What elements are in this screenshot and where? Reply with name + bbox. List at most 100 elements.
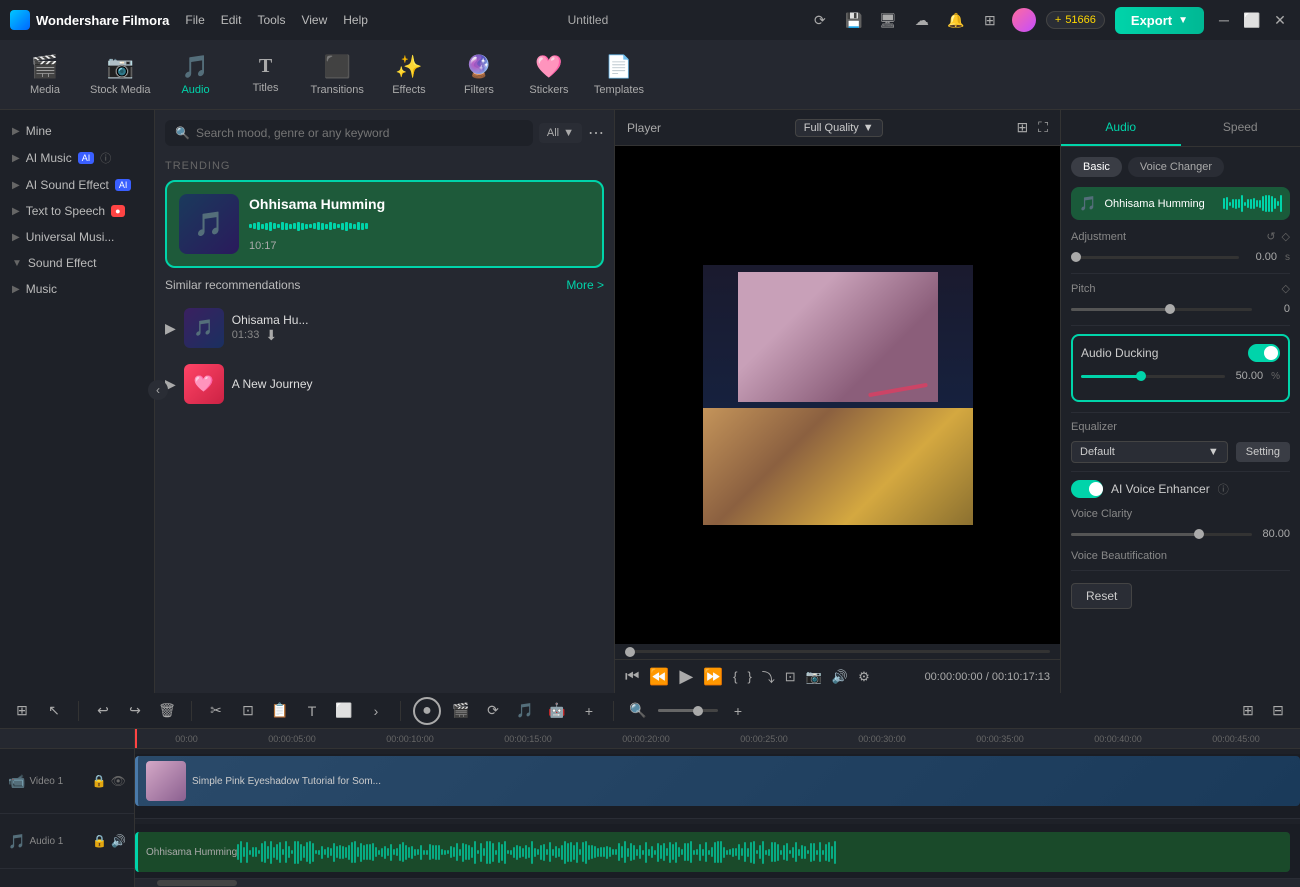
tool-titles[interactable]: T Titles [241,55,291,94]
tool-filters[interactable]: 🔮 Filters [454,54,504,96]
grid-icon[interactable]: ⊞ [978,8,1002,32]
add-to-timeline-icon[interactable]: ⤵ [762,667,775,686]
tool-transitions[interactable]: ⬛ Transitions [311,54,364,96]
adjustment-reset-icon[interactable]: ↺ [1266,230,1275,243]
adjustment-slider-thumb[interactable] [1071,252,1081,262]
quality-selector[interactable]: Full Quality ▼ [795,119,883,137]
maximize-btn[interactable]: ⬜ [1242,10,1262,30]
audio-speaker-icon[interactable]: 🔊 [111,834,126,848]
tl-btn-plus[interactable]: + [577,699,601,723]
rec-item-ohisama[interactable]: ▶ 🎵 Ohisama Hu... 01:33 ⬇ [165,300,604,356]
video-eye-icon[interactable]: 👁 [111,774,126,788]
ai-music-info-icon[interactable]: ⓘ [100,150,111,166]
tl-btn-ai[interactable]: 🤖 [545,699,569,723]
ai-enhancer-info-icon[interactable]: ⓘ [1218,481,1229,497]
audio-clip[interactable]: Ohhisama Humming [135,832,1290,872]
menu-file[interactable]: File [185,13,204,27]
tl-btn-more[interactable]: › [364,699,388,723]
search-input[interactable] [196,126,523,140]
pitch-slider-track[interactable] [1071,308,1252,311]
sub-tab-basic[interactable]: Basic [1071,157,1122,177]
voice-clarity-slider-track[interactable] [1071,533,1252,536]
prev-frame-icon[interactable]: ⏮ [625,668,639,686]
video-lock-icon[interactable]: 🔒 [92,774,107,788]
settings-icon[interactable]: ⚙ [858,669,870,685]
mark-in-icon[interactable]: { [733,669,737,684]
tl-btn-copy[interactable]: ⊡ [236,699,260,723]
reset-button[interactable]: Reset [1071,583,1132,609]
tl-btn-audio[interactable]: 🎵 [513,699,537,723]
ducking-toggle[interactable] [1248,344,1280,362]
tab-audio[interactable]: Audio [1061,110,1181,146]
rec-more-btn[interactable]: More > [566,278,604,292]
sidebar-item-ai-music[interactable]: ▶ AI Music AI ⓘ [0,144,154,172]
tl-btn-grid[interactable]: ⊞ [1236,699,1260,723]
mark-out-icon[interactable]: } [747,669,751,684]
save-icon[interactable]: 💾 [842,8,866,32]
step-forward-icon[interactable]: ⏩ [703,667,723,687]
step-back-icon[interactable]: ⏪ [649,667,669,687]
tl-btn-cut[interactable]: ✂ [204,699,228,723]
tl-btn-zoom-out[interactable]: 🔍 [626,699,650,723]
tl-btn-delete[interactable]: 🗑 [155,699,179,723]
video-clip[interactable]: Simple Pink Eyeshadow Tutorial for Som..… [135,756,1300,806]
sidebar-item-music[interactable]: ▶ Music [0,276,154,302]
sidebar-item-sound-effect[interactable]: ▼ Sound Effect [0,250,154,276]
tool-media[interactable]: 🎬 Media [20,54,70,96]
grid-view-icon[interactable]: ⊞ [1016,119,1028,136]
sidebar-item-ai-sound-effect[interactable]: ▶ AI Sound Effect AI [0,172,154,198]
menu-tools[interactable]: Tools [257,13,285,27]
sidebar-item-mine[interactable]: ▶ Mine [0,118,154,144]
tl-btn-format[interactable]: T [300,699,324,723]
export-button[interactable]: Export ▼ [1115,7,1204,34]
snapshot-icon[interactable]: 📷 [806,669,822,685]
adjustment-slider-track[interactable] [1071,256,1239,259]
menu-help[interactable]: Help [343,13,368,27]
sub-tab-voice-changer[interactable]: Voice Changer [1128,157,1224,177]
timeline-scrollbar-thumb[interactable] [157,880,237,886]
points-btn[interactable]: + 51666 [1046,11,1105,29]
bell-icon[interactable]: 🔔 [944,8,968,32]
ai-enhancer-toggle[interactable] [1071,480,1103,498]
tl-btn-clip[interactable]: ⬜ [332,699,356,723]
tool-templates[interactable]: 📄 Templates [594,54,644,96]
tool-effects[interactable]: ✨ Effects [384,54,434,96]
tool-stock-media[interactable]: 📷 Stock Media [90,54,151,96]
featured-card[interactable]: 🎵 Ohhisama Humming 10:17 [165,180,604,268]
tl-btn-circle[interactable]: ● [413,697,441,725]
tab-speed[interactable]: Speed [1181,110,1300,146]
tl-btn-redo[interactable]: ↪ [123,699,147,723]
menu-edit[interactable]: Edit [221,13,242,27]
screen-icon[interactable]: 🖥 [876,8,900,32]
more-options-btn[interactable]: ⋯ [588,123,604,143]
sidebar-item-universal-music[interactable]: ▶ Universal Musi... [0,224,154,250]
tl-btn-select[interactable]: ↖ [42,699,66,723]
rec-play-icon-1[interactable]: ▶ [165,320,176,337]
tool-stickers[interactable]: 🩷 Stickers [524,54,574,96]
progress-track[interactable] [625,650,1050,653]
download-icon-1[interactable]: ⬇ [265,327,277,344]
volume-icon[interactable]: 🔊 [832,669,848,685]
tool-audio[interactable]: 🎵 Audio [171,54,221,96]
timeline-scrollbar[interactable] [135,879,1300,887]
tl-btn-paste[interactable]: 📋 [268,699,292,723]
minimize-btn[interactable]: ─ [1214,10,1234,30]
voice-clarity-slider-thumb[interactable] [1194,529,1204,539]
sidebar-item-text-to-speech[interactable]: ▶ Text to Speech ● [0,198,154,224]
eq-setting-btn[interactable]: Setting [1236,442,1290,462]
adjustment-diamond-icon[interactable]: ◇ [1282,230,1290,243]
tl-btn-zoom-in[interactable]: + [726,699,750,723]
playhead[interactable] [135,729,137,748]
sync-icon[interactable]: ⟳ [808,8,832,32]
user-avatar[interactable] [1012,8,1036,32]
fullscreen-icon[interactable]: ⛶ [1038,119,1048,136]
sidebar-collapse-btn[interactable]: ‹ [148,380,168,400]
tl-btn-undo[interactable]: ↩ [91,699,115,723]
pitch-slider-thumb[interactable] [1165,304,1175,314]
cloud-icon[interactable]: ☁ [910,8,934,32]
pitch-diamond-icon[interactable]: ◇ [1282,282,1290,295]
tl-btn-clip2[interactable]: 🎬 [449,699,473,723]
tl-btn-motion[interactable]: ⟳ [481,699,505,723]
tl-btn-layers[interactable]: ⊟ [1266,699,1290,723]
tl-zoom-slider[interactable] [658,709,718,712]
